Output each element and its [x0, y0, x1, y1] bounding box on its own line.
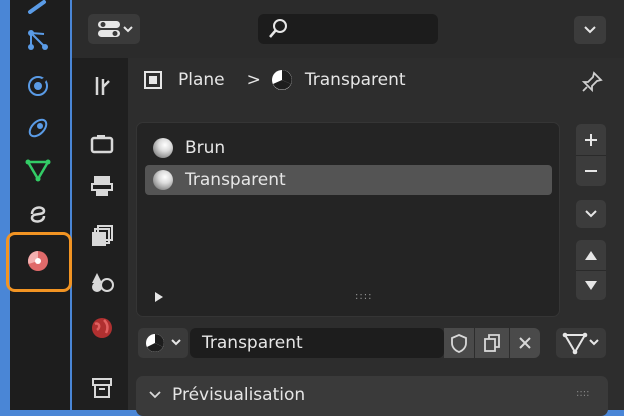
list-item-label: Transparent [185, 170, 286, 190]
properties-editor-icon [98, 21, 133, 37]
fake-user-button[interactable] [444, 328, 474, 358]
render-icon[interactable] [86, 128, 118, 160]
triangle-up-icon [585, 251, 597, 260]
output-icon[interactable] [86, 170, 118, 202]
material-sphere-icon [146, 334, 164, 352]
shield-icon [451, 334, 467, 353]
preview-panel-header[interactable]: Prévisualisation :::: [136, 376, 608, 416]
active-tab-highlight [6, 232, 72, 292]
material-name-field[interactable]: Transparent [190, 328, 444, 358]
chevron-down-icon [171, 339, 181, 346]
mesh-data-icon [562, 332, 588, 355]
search-icon [269, 19, 287, 38]
scene-icon[interactable] [86, 266, 118, 298]
wrench-blue-icon[interactable] [23, 0, 53, 14]
breadcrumb: Plane > Transparent [140, 64, 406, 96]
breadcrumb-object: Plane [178, 70, 225, 90]
list-resize-grip[interactable]: :::: [355, 291, 372, 302]
constraints-icon[interactable] [23, 114, 53, 142]
unlink-material-button[interactable] [510, 328, 540, 358]
breadcrumb-material: Transparent [304, 70, 406, 90]
plus-icon [585, 133, 597, 146]
material-slots-list: Brun Transparent :::: [136, 122, 560, 317]
move-up-button[interactable] [584, 240, 598, 270]
close-icon [519, 337, 531, 349]
browse-material-dropdown[interactable] [138, 328, 188, 358]
editor-type-dropdown[interactable] [88, 14, 140, 44]
move-slot-group [576, 240, 606, 300]
add-remove-slot-group [576, 124, 606, 186]
material-preview-icon [153, 138, 173, 158]
search-input[interactable] [258, 14, 438, 44]
breadcrumb-separator: > [246, 70, 261, 90]
list-item-selected[interactable]: Transparent [145, 165, 552, 195]
duplicate-icon [484, 334, 500, 352]
add-slot-button[interactable] [584, 125, 598, 155]
chevron-down-icon [149, 391, 161, 399]
link-mode-dropdown[interactable] [556, 328, 606, 358]
physics-icon[interactable] [23, 72, 53, 100]
panel-grip[interactable]: :::: [576, 388, 589, 399]
pin-icon[interactable] [578, 68, 606, 96]
header-options-dropdown[interactable] [574, 16, 606, 44]
expand-triangle-icon[interactable] [153, 291, 165, 303]
remove-slot-button[interactable] [584, 156, 598, 186]
chevron-down-icon [585, 210, 597, 218]
slot-specials-dropdown[interactable] [576, 200, 606, 228]
material-preview-icon [153, 170, 173, 190]
world-icon[interactable] [86, 312, 118, 344]
chevron-down-icon [589, 339, 599, 346]
object-data-icon[interactable] [23, 156, 53, 184]
particles-icon[interactable] [23, 26, 53, 54]
move-down-button[interactable] [584, 271, 598, 300]
panel-title: Prévisualisation [172, 385, 306, 405]
tool-icon[interactable] [86, 70, 118, 102]
list-item-label: Brun [185, 138, 226, 158]
duplicate-material-button[interactable] [475, 328, 509, 358]
list-item[interactable]: Brun [145, 133, 552, 163]
material-name-value: Transparent [202, 333, 303, 353]
curve-icon[interactable] [23, 200, 53, 228]
triangle-down-icon [585, 280, 597, 290]
collection-icon[interactable] [86, 372, 118, 404]
material-sphere-icon [271, 70, 292, 90]
object-icon [144, 71, 162, 89]
minus-icon [585, 169, 597, 172]
chevron-down-icon [584, 26, 596, 34]
view-layer-icon[interactable] [86, 220, 118, 252]
